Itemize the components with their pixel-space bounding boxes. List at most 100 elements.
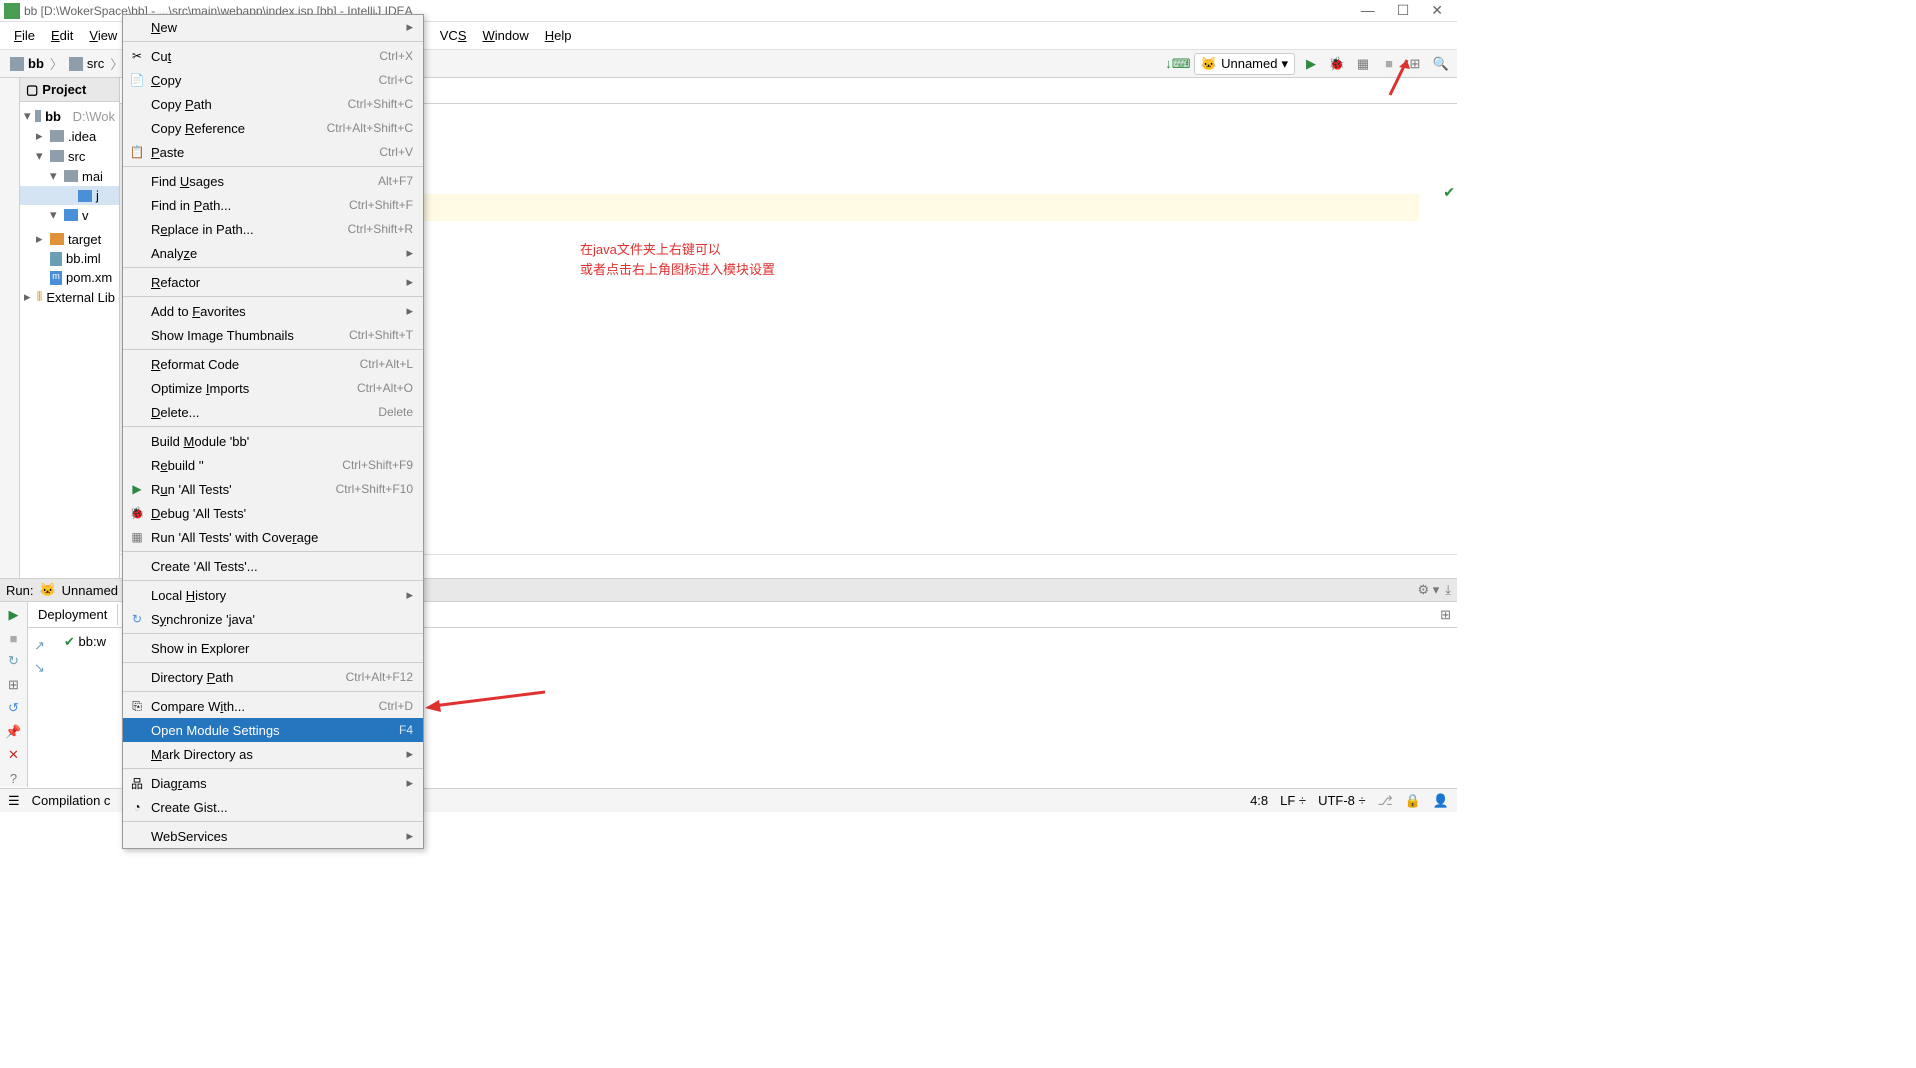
menu-item-label: Local History <box>151 588 400 603</box>
tab-deployment[interactable]: Deployment <box>28 604 118 625</box>
maven-icon: m <box>50 271 62 285</box>
menu-item-run-all-tests-with-coverage[interactable]: ▦Run 'All Tests' with Coverage <box>123 525 423 549</box>
context-menu[interactable]: New▸ ✂CutCtrl+X📄CopyCtrl+CCopy PathCtrl+S… <box>122 14 424 849</box>
menu-item-create-all-tests[interactable]: Create 'All Tests'... <box>123 554 423 578</box>
folder-icon <box>50 150 64 162</box>
menu-item-label: Copy <box>151 73 379 88</box>
help-button[interactable]: ? <box>5 770 23 787</box>
menu-item-analyze[interactable]: Analyze▸ <box>123 241 423 265</box>
menu-item-new[interactable]: New▸ <box>123 15 423 39</box>
debug-button[interactable]: 🐞 <box>1327 54 1347 74</box>
menu-item-label: Find in Path... <box>151 198 349 213</box>
menu-item-compare-with[interactable]: ⎘Compare With...Ctrl+D <box>123 694 423 718</box>
pin-button[interactable]: 📌 <box>5 723 23 740</box>
run-button[interactable]: ▶ <box>1301 54 1321 74</box>
gear-icon[interactable]: ⚙ ▾ <box>1417 582 1439 598</box>
menu-file[interactable]: File <box>6 24 43 47</box>
menu-item-show-image-thumbnails[interactable]: Show Image ThumbnailsCtrl+Shift+T <box>123 323 423 347</box>
menu-edit[interactable]: Edit <box>43 24 81 47</box>
menu-item-find-usages[interactable]: Find UsagesAlt+F7 <box>123 169 423 193</box>
layout-button[interactable]: ⊞ <box>5 676 23 693</box>
menu-item-show-in-explorer[interactable]: Show in Explorer <box>123 636 423 660</box>
run-icon: ▶ <box>129 481 145 497</box>
maximize-button[interactable]: ☐ <box>1397 2 1410 19</box>
libs-icon: ⦀ <box>37 289 43 305</box>
menu-item-copy-reference[interactable]: Copy ReferenceCtrl+Alt+Shift+C <box>123 116 423 140</box>
paste-icon: 📋 <box>129 144 145 160</box>
separator <box>123 166 423 167</box>
menu-window[interactable]: Window <box>475 24 537 47</box>
menu-item-find-in-path[interactable]: Find in Path...Ctrl+Shift+F <box>123 193 423 217</box>
menu-item-copy[interactable]: 📄CopyCtrl+C <box>123 68 423 92</box>
menu-item-synchronize-java[interactable]: ↻Synchronize 'java' <box>123 607 423 631</box>
menu-item-reformat-code[interactable]: Reformat CodeCtrl+Alt+L <box>123 352 423 376</box>
lock-icon[interactable]: 🔒 <box>1405 793 1421 809</box>
folder-icon <box>10 57 24 71</box>
chevron-right-icon: ▸ <box>406 746 413 762</box>
menu-item-label: Run 'All Tests' with Coverage <box>151 530 413 545</box>
menu-item-directory-path[interactable]: Directory PathCtrl+Alt+F12 <box>123 665 423 689</box>
separator <box>123 633 423 634</box>
menu-item-mark-directory-as[interactable]: Mark Directory as▸ <box>123 742 423 766</box>
artifact-entry[interactable]: ✔ bb:w <box>64 634 106 676</box>
folder-icon <box>50 130 64 142</box>
line-ending[interactable]: LF ÷ <box>1280 793 1306 808</box>
menu-item-cut[interactable]: ✂CutCtrl+X <box>123 44 423 68</box>
menu-item-optimize-imports[interactable]: Optimize ImportsCtrl+Alt+O <box>123 376 423 400</box>
close-button[interactable]: ✕ <box>1431 2 1443 19</box>
menu-item-paste[interactable]: 📋PasteCtrl+V <box>123 140 423 164</box>
expand-icon[interactable]: ⊞ <box>1440 607 1457 623</box>
menu-item-add-to-favorites[interactable]: Add to Favorites▸ <box>123 299 423 323</box>
cursor-position[interactable]: 4:8 <box>1250 793 1268 808</box>
run-toolbar: ▶ ■ ↻ ⊞ ↺ 📌 ✕ ? <box>0 602 28 787</box>
menu-item-label: Cut <box>151 49 379 64</box>
refresh-button[interactable]: ↺ <box>5 700 23 717</box>
menu-item-debug-all-tests[interactable]: 🐞Debug 'All Tests' <box>123 501 423 525</box>
deploy-icon[interactable]: ↗ <box>34 638 58 654</box>
restart-button[interactable]: ↻ <box>5 653 23 670</box>
menu-item-create-gist[interactable]: ◔Create Gist... <box>123 795 423 819</box>
project-header[interactable]: ▢ Project <box>20 78 119 102</box>
encoding[interactable]: UTF-8 ÷ <box>1318 793 1366 808</box>
menu-item-refactor[interactable]: Refactor▸ <box>123 270 423 294</box>
ok-icon: ✔ <box>64 634 75 649</box>
project-panel: ▢ Project ▾bb D:\Wok ▸.idea ▾src ▾mai j … <box>20 78 120 578</box>
minimize-panel-icon[interactable]: ⤓ <box>1445 582 1451 598</box>
shortcut: Ctrl+D <box>379 699 413 713</box>
run-config-selector[interactable]: 🐱Unnamed▾ <box>1194 53 1295 75</box>
breadcrumb-src[interactable]: src <box>65 56 108 71</box>
menu-item-open-module-settings[interactable]: Open Module SettingsF4 <box>123 718 423 742</box>
menu-help[interactable]: Help <box>537 24 580 47</box>
menu-item-diagrams[interactable]: 品Diagrams▸ <box>123 771 423 795</box>
coverage-button[interactable]: ▦ <box>1353 54 1373 74</box>
minimize-button[interactable]: — <box>1361 2 1375 19</box>
project-tab[interactable] <box>0 78 20 578</box>
menu-item-label: Directory Path <box>151 670 346 685</box>
menu-item-run-all-tests[interactable]: ▶Run 'All Tests'Ctrl+Shift+F10 <box>123 477 423 501</box>
git-icon[interactable]: ⎇ <box>1378 793 1393 809</box>
search-icon[interactable]: 🔍 <box>1431 54 1451 74</box>
shortcut: Ctrl+C <box>379 73 413 87</box>
menu-item-label: Copy Reference <box>151 121 327 136</box>
mem-icon[interactable]: 👤 <box>1433 793 1449 809</box>
menu-item-replace-in-path[interactable]: Replace in Path...Ctrl+Shift+R <box>123 217 423 241</box>
shortcut: Alt+F7 <box>378 174 413 188</box>
menu-item-rebuild-default[interactable]: Rebuild ''Ctrl+Shift+F9 <box>123 453 423 477</box>
breadcrumb-bb[interactable]: bb <box>6 56 48 71</box>
stop-button[interactable]: ■ <box>5 629 23 646</box>
menu-item-webservices[interactable]: WebServices▸ <box>123 824 423 848</box>
menu-item-copy-path[interactable]: Copy PathCtrl+Shift+C <box>123 92 423 116</box>
menu-vcs[interactable]: VCS <box>432 24 475 47</box>
project-tree[interactable]: ▾bb D:\Wok ▸.idea ▾src ▾mai j ▾v ▸target… <box>20 102 119 311</box>
menu-item-label: Diagrams <box>151 776 400 791</box>
close-panel-button[interactable]: ✕ <box>5 746 23 763</box>
menu-item-delete[interactable]: Delete...Delete <box>123 400 423 424</box>
menu-item-local-history[interactable]: Local History▸ <box>123 583 423 607</box>
undeploy-icon[interactable]: ↘ <box>34 660 58 676</box>
menu-item-build-module-bb[interactable]: Build Module 'bb' <box>123 429 423 453</box>
rerun-button[interactable]: ▶ <box>5 606 23 623</box>
menu-view[interactable]: View <box>81 24 125 47</box>
shortcut: Ctrl+Alt+L <box>360 357 413 371</box>
file-icon <box>50 252 62 266</box>
build-icon[interactable]: ↓⌨ <box>1168 54 1188 74</box>
